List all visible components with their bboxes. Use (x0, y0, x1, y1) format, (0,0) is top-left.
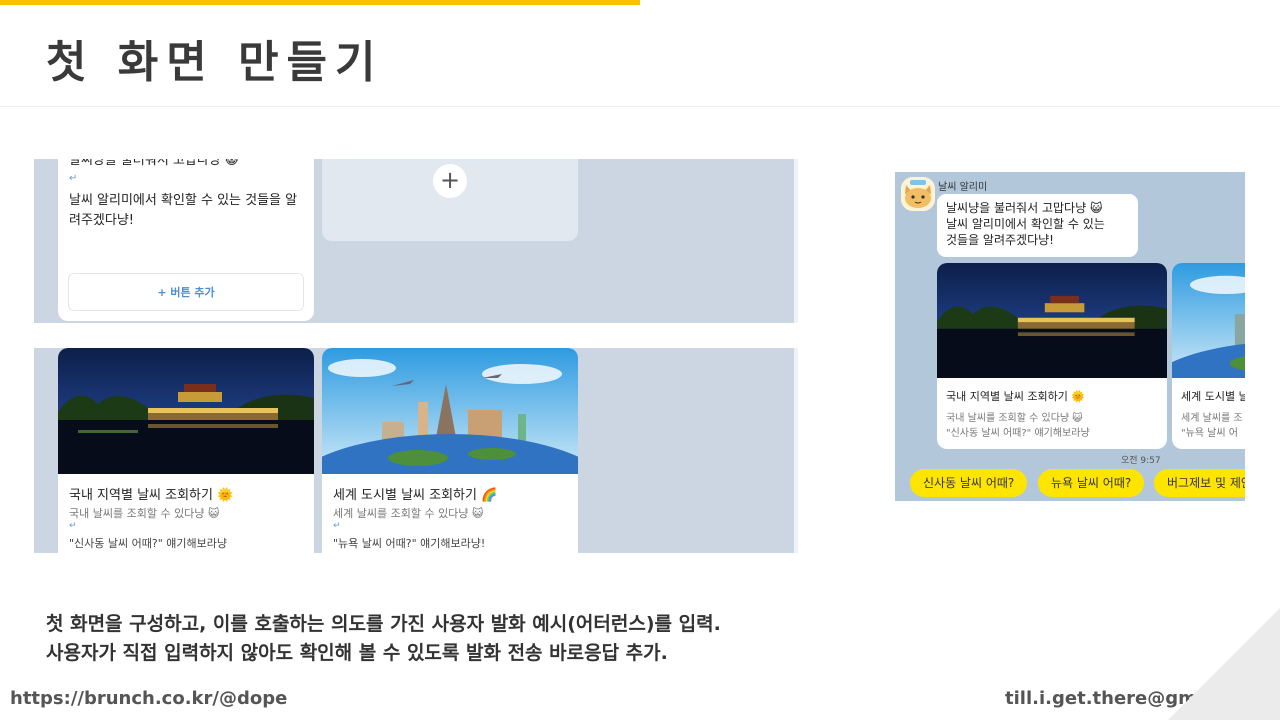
card-subtitle: 세계 날씨를 조회할 수 있다냥 😺 (333, 507, 484, 520)
sender-name: 날씨 알리미 (938, 182, 988, 193)
intro-text-card[interactable]: 날씨냥을 불러줘서 고맙다냥 😺 ↵ 날씨 알리미에서 확인할 수 있는 것들을… (58, 159, 314, 321)
quick-reply-newyork[interactable]: 뉴욕 날씨 어때? (1038, 469, 1145, 497)
slide-description: 첫 화면을 구성하고, 이를 호출하는 의도를 가진 사용자 발화 예시(어터런… (46, 610, 721, 668)
card-example: "뉴욕 날씨 어 (1181, 428, 1238, 439)
description-line1: 첫 화면을 구성하고, 이를 호출하는 의도를 가진 사용자 발화 예시(어터런… (46, 613, 721, 635)
chat-card-world[interactable]: 세계 도시별 날 세계 날씨를 조 "뉴욕 날씨 어 (1172, 263, 1245, 449)
card-title: 국내 지역별 날씨 조회하기 🌞 (946, 390, 1086, 403)
return-mark: ↵ (69, 521, 77, 531)
world-landmarks-image (1172, 263, 1245, 378)
add-button-button[interactable]: + 버튼 추가 (68, 273, 304, 311)
message-timestamp: 오전 9:57 (1121, 456, 1161, 466)
accent-bar (0, 0, 640, 5)
slide-title: 첫 화면 만들기 (46, 37, 384, 88)
bot-avatar (901, 177, 935, 211)
corner-decoration (1168, 608, 1280, 720)
card-example: "뉴욕 날씨 어때?" 얘기해보라냥! (333, 537, 486, 550)
description-line2: 사용자가 직접 입력하지 않아도 확인해 볼 수 있도록 발화 전송 바로응답 … (46, 642, 668, 664)
carousel-card-domestic[interactable]: 국내 지역별 날씨 조회하기 🌞 국내 날씨를 조회할 수 있다냥 😺 ↵ "신… (58, 348, 314, 553)
card-subtitle: 국내 날씨를 조회할 수 있다냥 😺 (946, 413, 1083, 424)
card-subtitle: 세계 날씨를 조 (1181, 413, 1243, 424)
quick-reply-bug-report[interactable]: 버그제보 및 제안 (1154, 469, 1245, 497)
bubble-line3: 것들을 알려주겠다냥! (946, 233, 1054, 247)
return-mark: ↵ (69, 173, 78, 184)
night-bridge-image (937, 263, 1167, 378)
builder-panel-intro: 날씨냥을 불러줘서 고맙다냥 😺 ↵ 날씨 알리미에서 확인할 수 있는 것들을… (34, 159, 798, 323)
return-mark: ↵ (333, 521, 341, 531)
intro-text-line1: 날씨냥을 불러줘서 고맙다냥 😺 (69, 159, 239, 168)
footer-url[interactable]: https://brunch.co.kr/@dope (10, 688, 287, 709)
chat-preview: 날씨 알리미 날씨냥을 불러줘서 고맙다냥 😺 날씨 알리미에서 확인할 수 있… (895, 172, 1245, 501)
card-title: 세계 도시별 날씨 조회하기 🌈 (333, 488, 498, 503)
add-card-slot[interactable]: + (322, 159, 578, 241)
bubble-line1: 날씨냥을 불러줘서 고맙다냥 😺 (946, 201, 1103, 215)
card-example: "신사동 날씨 어때?" 얘기해보라냥 (946, 428, 1090, 439)
card-title: 세계 도시별 날 (1181, 390, 1245, 403)
world-landmarks-image (322, 348, 578, 474)
bubble-line2: 날씨 알리미에서 확인할 수 있는 (946, 217, 1105, 231)
cat-face-icon (901, 177, 935, 211)
card-example: "신사동 날씨 어때?" 얘기해보라냥 (69, 537, 228, 550)
quick-reply-sinsadong[interactable]: 신사동 날씨 어때? (910, 469, 1028, 497)
builder-panel-carousel: 국내 지역별 날씨 조회하기 🌞 국내 날씨를 조회할 수 있다냥 😺 ↵ "신… (34, 348, 798, 553)
chat-card-domestic[interactable]: 국내 지역별 날씨 조회하기 🌞 국내 날씨를 조회할 수 있다냥 😺 "신사동… (937, 263, 1167, 449)
night-bridge-image (58, 348, 314, 474)
chat-bubble: 날씨냥을 불러줘서 고맙다냥 😺 날씨 알리미에서 확인할 수 있는 것들을 알… (937, 194, 1138, 257)
title-divider (0, 106, 1280, 107)
intro-text-line2: 날씨 알리미에서 확인할 수 있는 것들을 알려주겠다냥! (69, 193, 298, 228)
plus-icon[interactable]: + (433, 164, 467, 198)
card-subtitle: 국내 날씨를 조회할 수 있다냥 😺 (69, 507, 220, 520)
card-title: 국내 지역별 날씨 조회하기 🌞 (69, 488, 234, 503)
carousel-card-world[interactable]: 세계 도시별 날씨 조회하기 🌈 세계 날씨를 조회할 수 있다냥 😺 ↵ "뉴… (322, 348, 578, 553)
